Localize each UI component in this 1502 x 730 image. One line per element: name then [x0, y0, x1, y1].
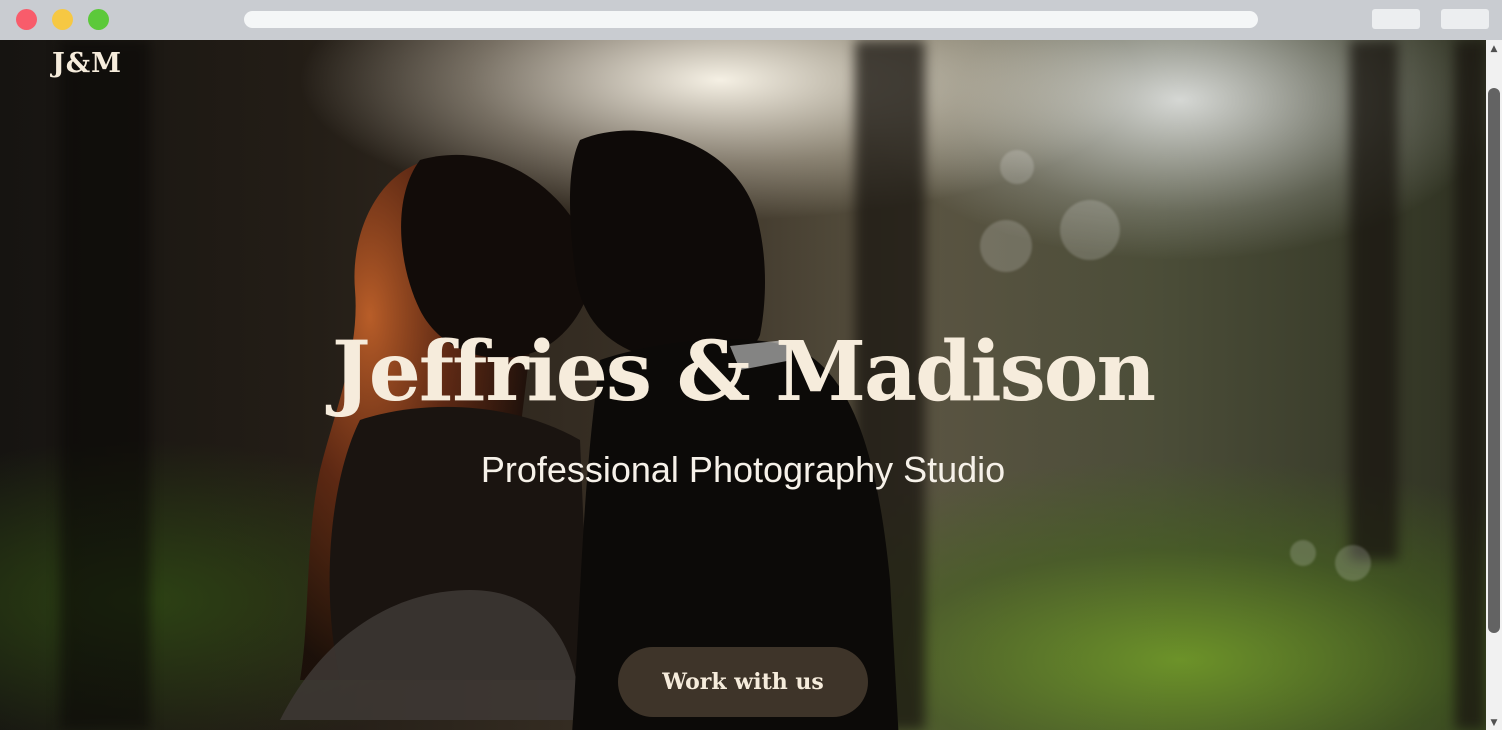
browser-chrome: [0, 0, 1502, 40]
page-viewport: J&M Jeffries & Madison Professional Phot…: [0, 40, 1486, 730]
work-with-us-button[interactable]: Work with us: [618, 647, 868, 717]
hero-subtitle: Professional Photography Studio: [480, 449, 1006, 490]
browser-menu-button[interactable]: [1441, 9, 1489, 29]
address-bar[interactable]: [244, 11, 1258, 28]
minimize-window-button[interactable]: [52, 9, 73, 30]
page-scrollbar[interactable]: ▲ ▼: [1486, 40, 1502, 730]
scroll-down-arrow-icon[interactable]: ▼: [1486, 716, 1502, 730]
close-window-button[interactable]: [16, 9, 37, 30]
hero-title: Jeffries & Madison: [331, 324, 1156, 420]
site-logo[interactable]: J&M: [52, 48, 122, 79]
scroll-up-arrow-icon[interactable]: ▲: [1486, 42, 1502, 56]
browser-action-button[interactable]: [1372, 9, 1420, 29]
scrollbar-thumb[interactable]: [1488, 88, 1500, 633]
maximize-window-button[interactable]: [88, 9, 109, 30]
couple-silhouette: [280, 130, 899, 730]
